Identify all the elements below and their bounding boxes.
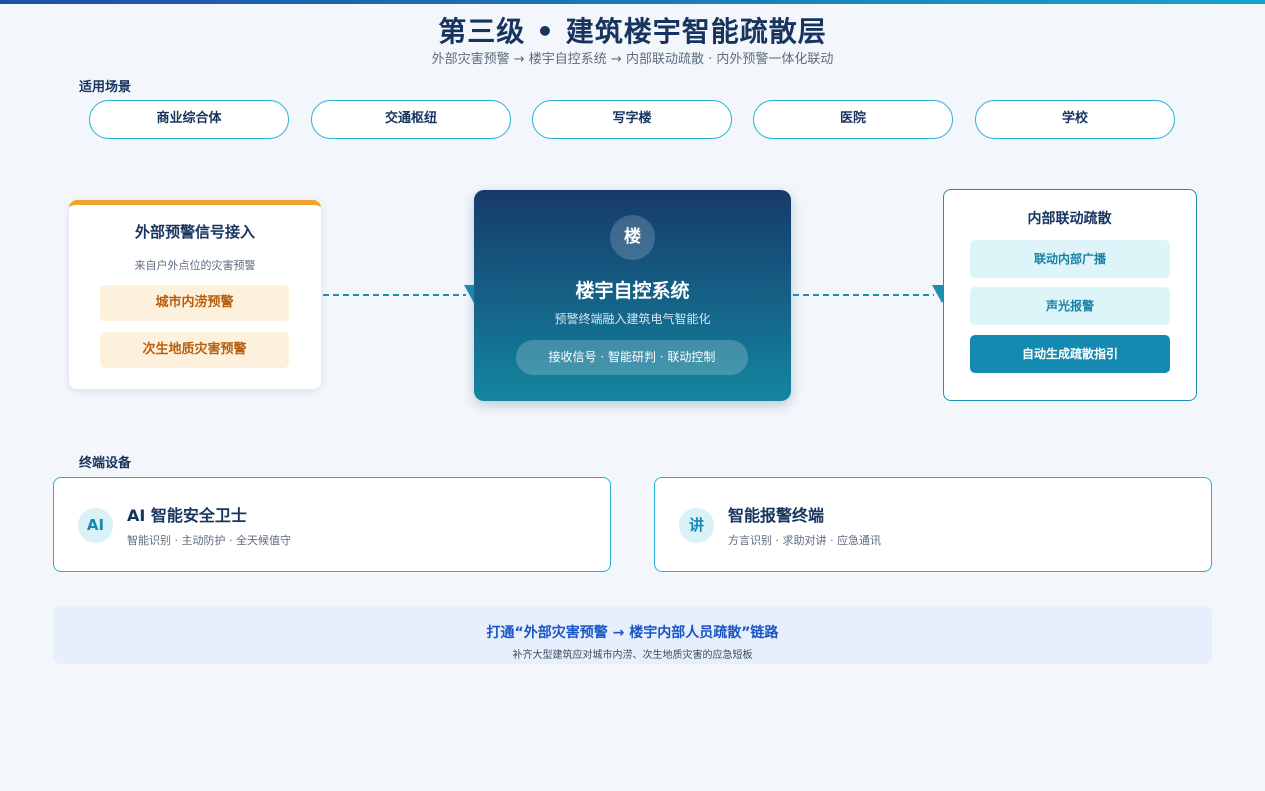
evacuation-guidance-item: 自动生成疏散指引 — [970, 335, 1170, 373]
flow-arrow-left — [323, 285, 484, 303]
scene-office-building: 写字楼 — [532, 100, 732, 139]
ai-icon: AI — [78, 508, 113, 543]
device-title: AI 智能安全卫士 — [127, 506, 247, 525]
building-badge-icon: 楼 — [610, 215, 655, 260]
internal-broadcast-item: 联动内部广播 — [970, 240, 1170, 278]
scene-school: 学校 — [975, 100, 1175, 139]
building-automation-title: 楼宇自控系统 — [575, 280, 690, 302]
page-subtitle: 外部灾害预警 → 楼宇自控系统 → 内部联动疏散 · 内外预警一体化联动 — [431, 52, 834, 67]
flow-arrow-right — [793, 285, 952, 303]
summary-banner: 打通“外部灾害预警 → 楼宇内部人员疏散”链路 补齐大型建筑应对城市内涝、次生地… — [53, 606, 1212, 664]
summary-title: 打通“外部灾害预警 → 楼宇内部人员疏散”链路 — [486, 625, 779, 641]
device-desc: 方言识别 · 求助对讲 · 应急通讯 — [728, 534, 881, 547]
device-card-alarm-terminal: 讲 智能报警终端 方言识别 · 求助对讲 · 应急通讯 — [654, 477, 1212, 572]
device-title: 智能报警终端 — [728, 506, 825, 525]
top-accent-bar — [0, 0, 1265, 4]
external-signal-desc: 来自户外点位的灾害预警 — [134, 259, 256, 272]
building-automation-desc: 预警终端融入建筑电气智能化 — [554, 312, 711, 326]
urban-waterlogging-warning: 城市内涝预警 — [100, 285, 289, 321]
scenes-label: 适用场景 — [79, 80, 132, 95]
internal-evacuation-card: 内部联动疏散 联动内部广播 声光报警 自动生成疏散指引 — [943, 189, 1197, 401]
geological-hazard-warning: 次生地质灾害预警 — [100, 332, 289, 368]
scene-hospital: 医院 — [753, 100, 953, 139]
devices-label: 终端设备 — [79, 456, 132, 471]
scene-transport-hub: 交通枢纽 — [311, 100, 511, 139]
scene-commercial-complex: 商业综合体 — [89, 100, 289, 139]
device-desc: 智能识别 · 主动防护 · 全天候值守 — [127, 534, 291, 547]
external-signal-title: 外部预警信号接入 — [134, 223, 255, 241]
internal-evacuation-title: 内部联动疏散 — [1027, 211, 1112, 227]
sound-light-alarm-item: 声光报警 — [970, 287, 1170, 325]
building-automation-card: 楼 楼宇自控系统 预警终端融入建筑电气智能化 接收信号 · 智能研判 · 联动控… — [474, 190, 791, 401]
page-title: 第三级 • 建筑楼宇智能疏散层 — [438, 15, 827, 48]
external-signal-card: 外部预警信号接入 来自户外点位的灾害预警 城市内涝预警 次生地质灾害预警 — [69, 200, 321, 389]
building-automation-pill: 接收信号 · 智能研判 · 联动控制 — [516, 340, 748, 375]
summary-desc: 补齐大型建筑应对城市内涝、次生地质灾害的应急短板 — [512, 650, 753, 661]
intercom-icon: 讲 — [679, 508, 714, 543]
device-card-ai-guard: AI AI 智能安全卫士 智能识别 · 主动防护 · 全天候值守 — [53, 477, 611, 572]
